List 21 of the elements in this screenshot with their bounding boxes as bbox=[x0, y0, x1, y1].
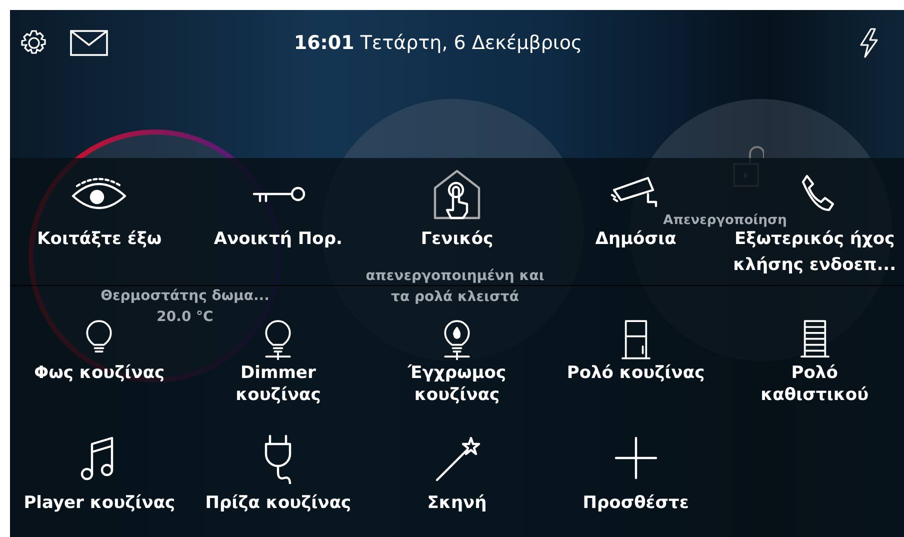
favorite-label[interactable]: Dimmer κουζίνας bbox=[208, 362, 348, 406]
mail-icon[interactable] bbox=[70, 30, 108, 56]
widget-text: τα ρολά κλειστά bbox=[390, 288, 520, 307]
widget-text: 20.0 °C bbox=[156, 308, 214, 327]
favorite-label[interactable]: Φως κουζίνας bbox=[34, 362, 165, 384]
clock-time: 16:01 bbox=[294, 32, 354, 54]
favorite-label[interactable]: Προσθέστε bbox=[582, 490, 689, 516]
date-text: Τετάρτη, 6 Δεκέμβριος bbox=[360, 32, 582, 54]
widget-text: Θερμοστάτης δωμα... bbox=[100, 287, 270, 306]
favorite-label[interactable]: Έγχρωμος κουζίνας bbox=[386, 362, 527, 406]
favorite-label[interactable]: Ρολό καθιστικού bbox=[744, 362, 885, 406]
widget-text: απενεργοποιημένη και bbox=[364, 267, 546, 286]
settings-icon[interactable] bbox=[20, 29, 48, 57]
favorite-label[interactable]: Ρολό κουζίνας bbox=[566, 362, 705, 384]
favorite-label[interactable]: Ανοικτή Πορ. bbox=[214, 226, 342, 252]
favorite-label[interactable]: Σκηνή bbox=[427, 490, 487, 516]
favorite-label[interactable]: Γενικός bbox=[420, 226, 494, 252]
favorite-label[interactable]: Κοιτάξτε έξω bbox=[37, 226, 162, 252]
favorite-label[interactable]: Πρίζα κουζίνας bbox=[205, 490, 352, 516]
lightning-icon[interactable] bbox=[858, 28, 880, 58]
favorite-label[interactable]: Player κουζίνας bbox=[24, 490, 176, 516]
